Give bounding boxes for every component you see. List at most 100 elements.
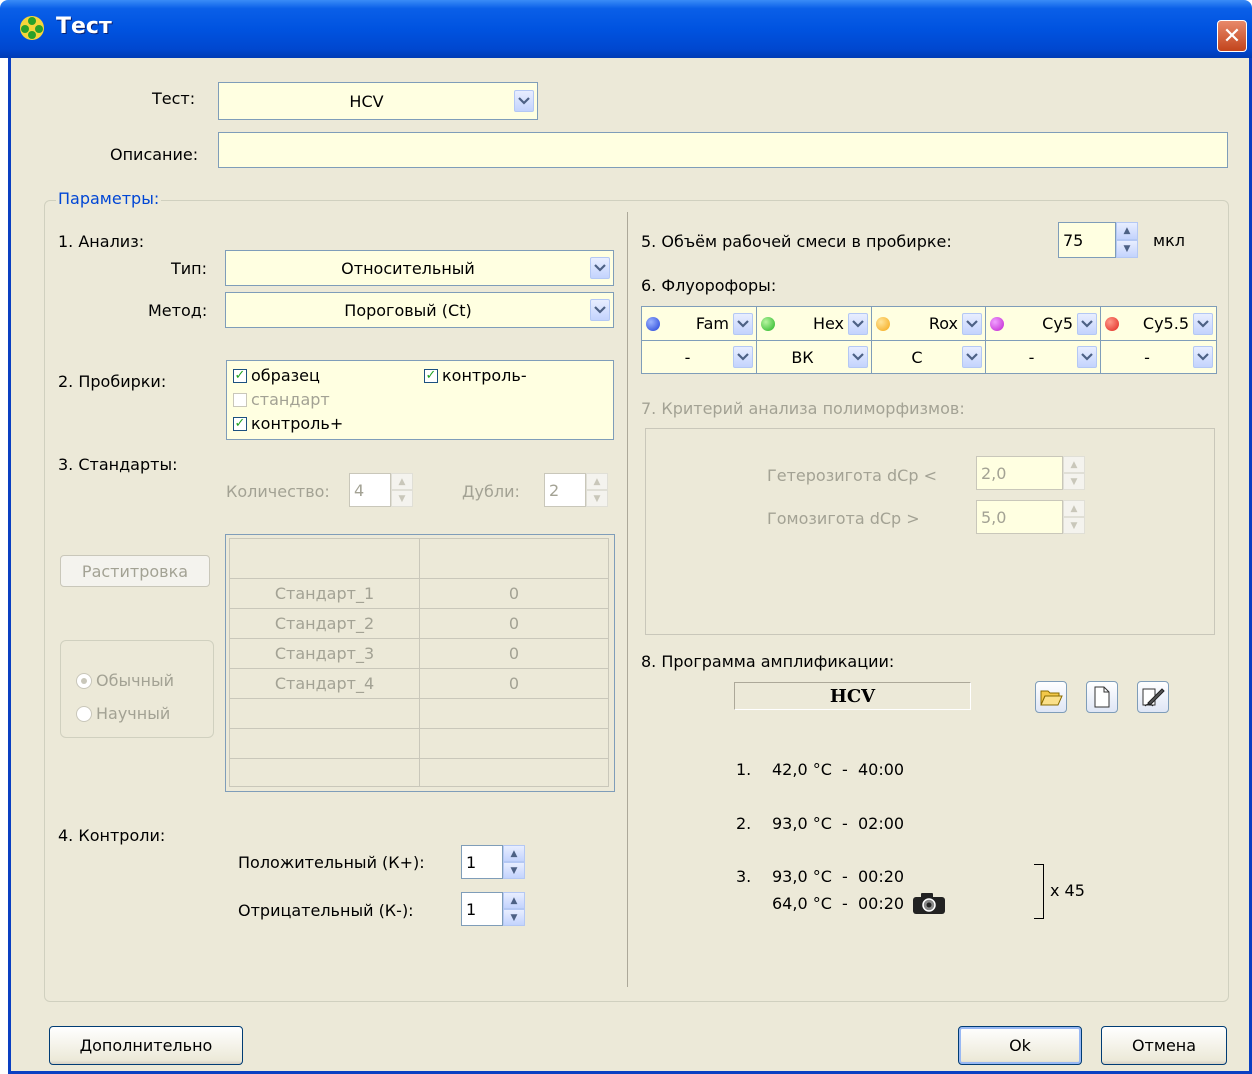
positive-spinner[interactable]: 1 ▲ ▼ — [461, 845, 525, 879]
type-value: Относительный — [341, 258, 475, 278]
volume-label: 5. Объём рабочей смеси в пробирке: — [641, 232, 952, 251]
chevron-down-icon[interactable] — [1193, 312, 1213, 335]
folder-open-icon — [1040, 690, 1063, 706]
tubes-heading: 2. Пробирки: — [58, 372, 167, 391]
radio-normal: Обычный — [76, 671, 174, 690]
title-bar[interactable]: Тест ✕ — [0, 0, 1252, 58]
checkmark-icon: ✓ — [424, 368, 438, 383]
test-select[interactable]: HCV — [218, 82, 538, 120]
method-value: Пороговый (Ct) — [344, 300, 472, 320]
program-heading: 8. Программа амплификации: — [641, 652, 895, 671]
new-file-icon — [1094, 686, 1110, 708]
extra-button[interactable]: Дополнительно — [49, 1026, 243, 1065]
count-label: Количество: — [226, 482, 330, 501]
step3b-value: 64,0 °C - 00:20 — [772, 894, 905, 913]
purple-dot-icon — [990, 316, 1004, 331]
description-label: Описание: — [110, 145, 199, 164]
fluoro-table: Fam Hex Rox Cy5 Cy5.5 - ВК С - - — [641, 306, 1217, 374]
app-icon — [20, 16, 44, 40]
description-input[interactable] — [218, 132, 1228, 168]
arrow-up-icon: ▲ — [1063, 456, 1085, 473]
arrow-down-icon: ▼ — [586, 490, 608, 507]
camera-icon — [913, 893, 945, 914]
arrow-down-icon[interactable]: ▼ — [503, 909, 525, 926]
type-select[interactable]: Относительный — [225, 250, 614, 286]
step1-value: 42,0 °C - 40:00 — [772, 760, 905, 779]
step1-number: 1. — [736, 760, 752, 779]
hom-spinner: 5,0 ▲ ▼ — [976, 500, 1085, 534]
radio-scientific: Научный — [76, 704, 170, 723]
arrow-up-icon: ▲ — [586, 473, 608, 490]
fluoro-cy55-value[interactable]: - — [1101, 341, 1216, 373]
close-icon: ✕ — [1222, 23, 1242, 49]
table-row: Стандарт_1 0 — [229, 578, 609, 609]
test-value: HCV — [349, 91, 384, 111]
chevron-down-icon[interactable] — [733, 312, 753, 335]
test-label: Тест: — [152, 89, 196, 108]
fluoro-fam-value[interactable]: - — [642, 341, 756, 373]
fluoro-hex-header[interactable]: Hex — [757, 307, 871, 340]
chevron-down-icon[interactable] — [1077, 312, 1097, 335]
arrow-up-icon[interactable]: ▲ — [503, 845, 525, 862]
volume-spinner[interactable]: 75 ▲ ▼ — [1058, 222, 1138, 258]
arrow-up-icon[interactable]: ▲ — [503, 892, 525, 909]
fluoro-rox-value[interactable]: С — [872, 341, 985, 373]
new-file-button[interactable] — [1086, 681, 1118, 713]
chevron-down-icon[interactable] — [848, 346, 868, 368]
type-label: Тип: — [171, 259, 208, 278]
standards-heading: 3. Стандарты: — [58, 455, 178, 474]
arrow-down-icon: ▼ — [1063, 473, 1085, 490]
duplicates-label: Дубли: — [462, 482, 520, 501]
negative-label: Отрицательный (К-): — [238, 901, 414, 920]
duplicates-spinner: 2 ▲ ▼ — [544, 473, 608, 507]
ok-button[interactable]: Ok — [958, 1026, 1082, 1065]
chevron-down-icon[interactable] — [733, 346, 753, 368]
positive-label: Положительный (К+): — [238, 853, 425, 872]
edit-program-button[interactable] — [1137, 681, 1169, 713]
chevron-down-icon[interactable] — [590, 299, 610, 321]
method-select[interactable]: Пороговый (Ct) — [225, 292, 614, 328]
red-dot-icon — [1105, 316, 1119, 331]
arrow-down-icon[interactable]: ▼ — [503, 862, 525, 879]
arrow-down-icon[interactable]: ▼ — [1116, 240, 1138, 258]
fluoro-cy55-header[interactable]: Cy5.5 — [1101, 307, 1216, 340]
close-button[interactable]: ✕ — [1217, 20, 1247, 52]
arrow-up-icon: ▲ — [1063, 500, 1085, 517]
table-row: Стандарт_3 0 — [229, 638, 609, 669]
sample-checkbox[interactable]: ✓ образец — [233, 366, 320, 385]
step2-number: 2. — [736, 814, 752, 833]
hom-label: Гомозигота dCp > — [767, 509, 920, 528]
fluoro-cy5-value[interactable]: - — [986, 341, 1100, 373]
het-spinner: 2,0 ▲ ▼ — [976, 456, 1085, 490]
cancel-button[interactable]: Отмена — [1101, 1026, 1227, 1065]
open-folder-button[interactable] — [1035, 681, 1067, 713]
arrow-up-icon[interactable]: ▲ — [1116, 222, 1138, 240]
fluoro-hex-value[interactable]: ВК — [757, 341, 871, 373]
step3-number: 3. — [736, 867, 752, 886]
method-label: Метод: — [148, 301, 208, 320]
standards-table: Стандарт_1 0 Стандарт_2 0 Стандарт_3 0 Стан… — [225, 534, 615, 792]
chevron-down-icon[interactable] — [962, 346, 982, 368]
control-minus-checkbox[interactable]: ✓ контроль- — [424, 366, 527, 385]
checkmark-icon: ✓ — [233, 368, 247, 383]
arrow-down-icon: ▼ — [1063, 517, 1085, 534]
controls-heading: 4. Контроли: — [58, 826, 166, 845]
fluoro-heading: 6. Флуорофоры: — [641, 276, 777, 295]
negative-spinner[interactable]: 1 ▲ ▼ — [461, 892, 525, 926]
edit-icon — [1142, 688, 1165, 707]
arrow-up-icon: ▲ — [391, 473, 413, 490]
step2-value: 93,0 °C - 02:00 — [772, 814, 905, 833]
chevron-down-icon[interactable] — [590, 257, 610, 279]
table-row: Стандарт_4 0 — [229, 668, 609, 699]
control-plus-checkbox[interactable]: ✓ контроль+ — [233, 414, 343, 433]
chevron-down-icon[interactable] — [1077, 346, 1097, 368]
chevron-down-icon[interactable] — [962, 312, 982, 335]
fluoro-fam-header[interactable]: Fam — [642, 307, 756, 340]
fluoro-rox-header[interactable]: Rox — [872, 307, 985, 340]
chevron-down-icon[interactable] — [514, 90, 534, 112]
chevron-down-icon[interactable] — [1193, 346, 1213, 368]
chevron-down-icon[interactable] — [848, 312, 868, 335]
fluoro-cy5-header[interactable]: Cy5 — [986, 307, 1100, 340]
count-spinner: 4 ▲ ▼ — [349, 473, 413, 507]
params-title: Параметры: — [56, 189, 162, 208]
